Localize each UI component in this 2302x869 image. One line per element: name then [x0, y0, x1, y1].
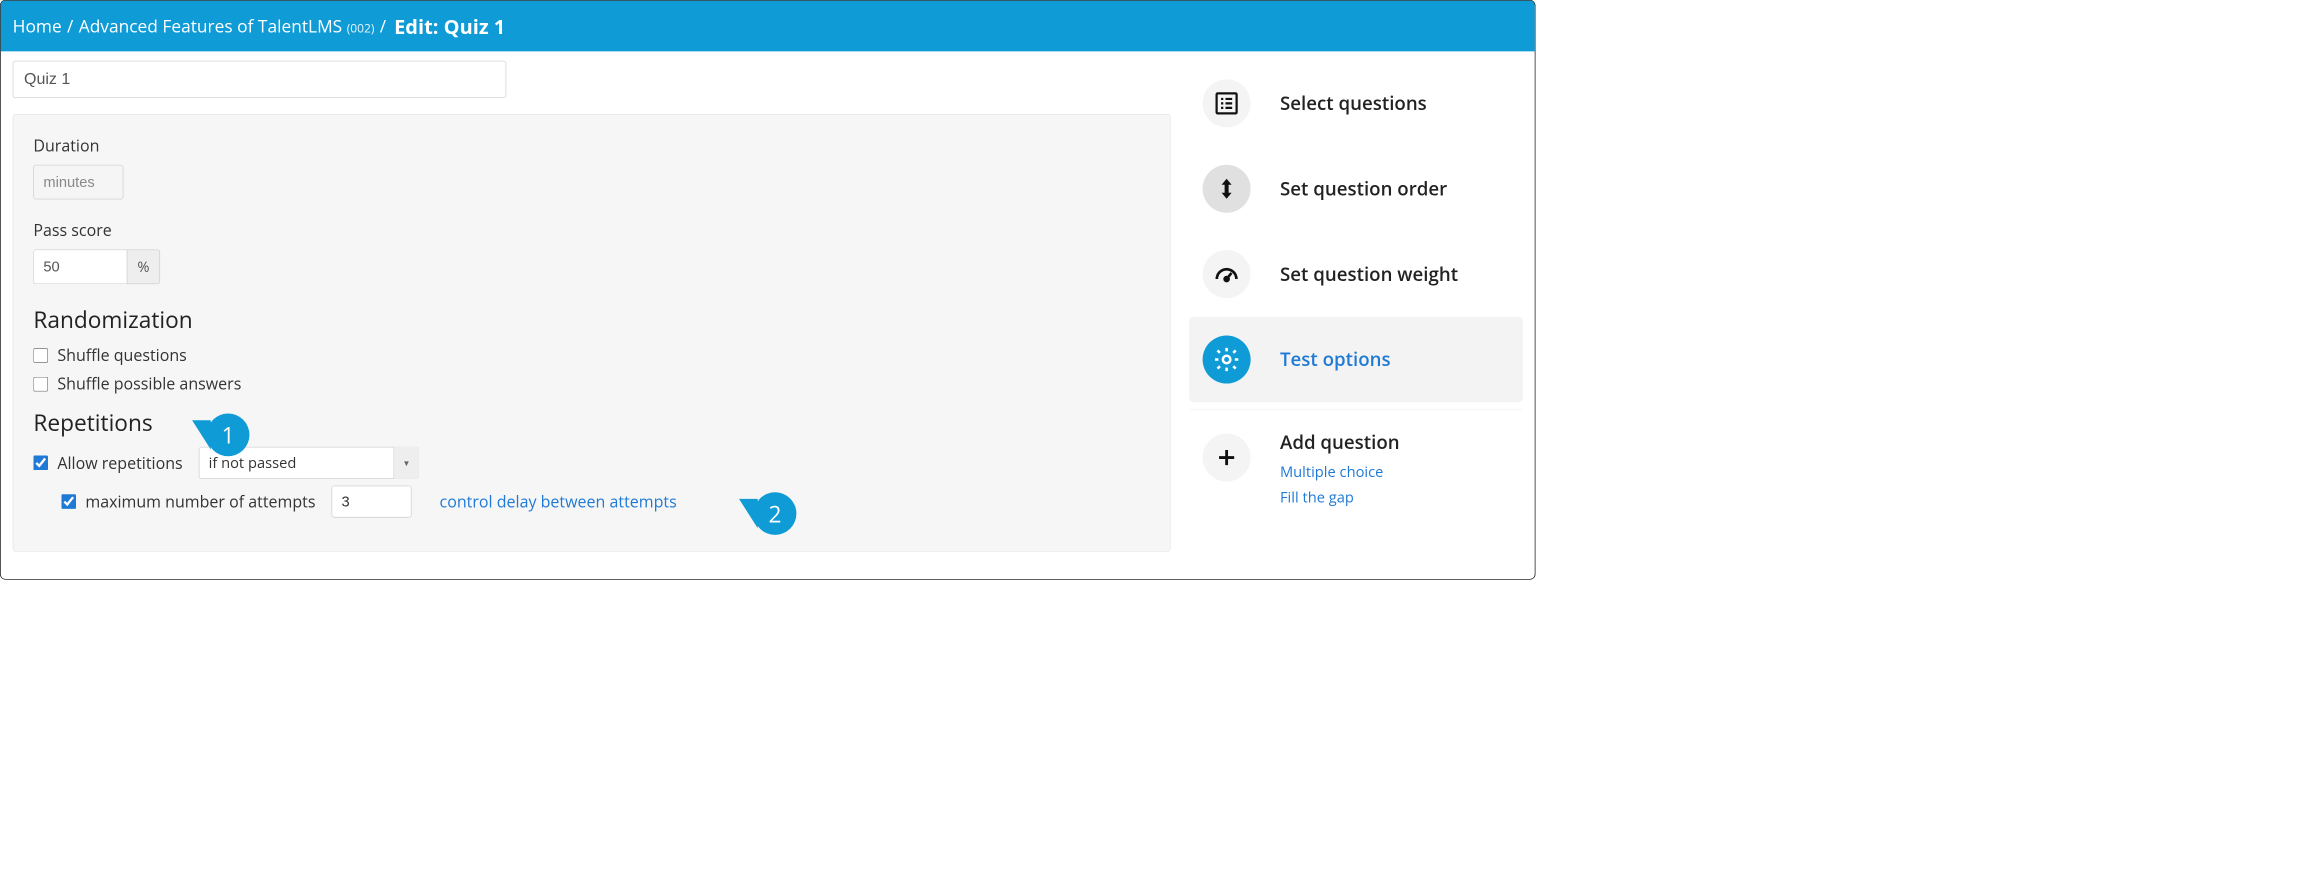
sidebar-item-label: Test options	[1280, 347, 1391, 372]
max-attempts-checkbox[interactable]	[61, 494, 76, 509]
shuffle-questions-row: Shuffle questions	[33, 344, 1150, 366]
breadcrumb-bar: Home / Advanced Features of TalentLMS (0…	[1, 1, 1535, 52]
duration-input[interactable]	[33, 165, 123, 200]
sidebar-item-set-weight[interactable]: Set question weight	[1189, 231, 1523, 316]
passscore-field: Pass score %	[33, 219, 1150, 284]
sort-arrows-icon	[1203, 165, 1251, 213]
breadcrumb-separator: /	[67, 14, 73, 38]
passscore-label: Pass score	[33, 219, 1150, 241]
randomization-heading: Randomization	[33, 304, 1150, 335]
sidebar-item-set-order[interactable]: Set question order	[1189, 146, 1523, 231]
shuffle-questions-label: Shuffle questions	[57, 344, 186, 366]
sidebar-item-test-options[interactable]: Test options	[1189, 317, 1523, 402]
allow-repetitions-checkbox[interactable]	[33, 456, 48, 471]
add-question-section: Add question Multiple choice Fill the ga…	[1189, 423, 1523, 519]
breadcrumb-course[interactable]: Advanced Features of TalentLMS (002)	[79, 14, 375, 38]
sidebar-item-label: Set question weight	[1280, 261, 1458, 286]
sidebar-item-select-questions[interactable]: Select questions	[1189, 61, 1523, 146]
callout-two-label: 2	[769, 498, 782, 529]
breadcrumb-home[interactable]: Home	[13, 14, 62, 38]
add-question-fill-the-gap[interactable]: Fill the gap	[1280, 487, 1400, 507]
allow-repetitions-row: Allow repetitions if not passed ▼	[33, 447, 1150, 479]
main-column: Duration Pass score % Randomization Shuf…	[13, 61, 1171, 579]
shuffle-answers-row: Shuffle possible answers	[33, 373, 1150, 395]
control-delay-link[interactable]: control delay between attempts	[440, 491, 677, 513]
quiz-name-input[interactable]	[13, 61, 507, 98]
settings-panel: Duration Pass score % Randomization Shuf…	[13, 114, 1171, 552]
add-question-multiple-choice[interactable]: Multiple choice	[1280, 462, 1400, 482]
breadcrumb-current: Edit: Quiz 1	[394, 12, 505, 39]
breadcrumb-course-code: (002)	[347, 21, 375, 37]
callout-one-label: 1	[222, 420, 235, 451]
callout-two: 2	[754, 492, 797, 535]
max-attempts-label: maximum number of attempts	[85, 491, 315, 513]
sidebar-divider	[1189, 409, 1523, 410]
sidebar-item-label: Select questions	[1280, 91, 1427, 116]
content: Duration Pass score % Randomization Shuf…	[1, 51, 1535, 579]
chevron-down-icon: ▼	[393, 447, 418, 479]
breadcrumb-separator: /	[380, 14, 386, 38]
shuffle-questions-checkbox[interactable]	[33, 348, 48, 363]
sidebar: Select questions Set question order	[1189, 61, 1523, 579]
shuffle-answers-checkbox[interactable]	[33, 377, 48, 392]
gauge-icon	[1203, 250, 1251, 298]
max-attempts-input[interactable]	[331, 486, 411, 518]
duration-field: Duration	[33, 135, 1150, 200]
passscore-input[interactable]	[33, 249, 126, 284]
list-check-icon	[1203, 79, 1251, 127]
percent-addon: %	[127, 249, 160, 284]
add-question-heading: Add question	[1280, 430, 1400, 455]
callout-one: 1	[207, 414, 250, 457]
app-window: Home / Advanced Features of TalentLMS (0…	[0, 0, 1535, 580]
sidebar-item-label: Set question order	[1280, 176, 1447, 201]
shuffle-answers-label: Shuffle possible answers	[57, 373, 241, 395]
breadcrumb-course-label: Advanced Features of TalentLMS	[79, 14, 342, 38]
allow-repetitions-label: Allow repetitions	[57, 452, 182, 474]
gear-icon	[1203, 336, 1251, 384]
max-attempts-row: maximum number of attempts control delay…	[61, 486, 1150, 518]
repetition-condition-value: if not passed	[209, 453, 297, 473]
plus-icon	[1203, 434, 1251, 482]
duration-label: Duration	[33, 135, 1150, 157]
